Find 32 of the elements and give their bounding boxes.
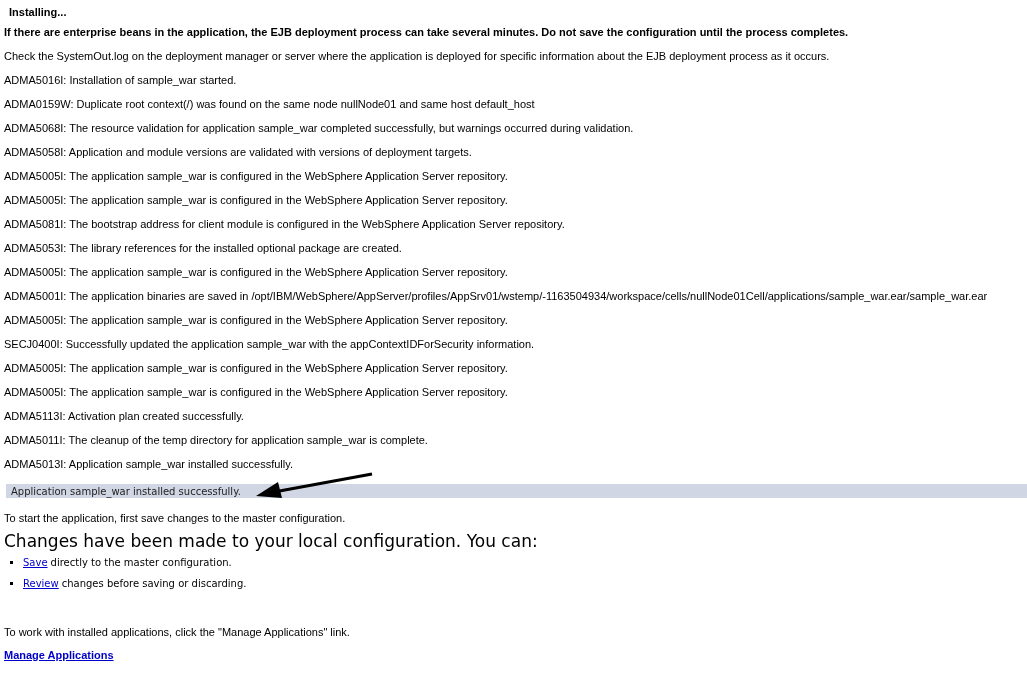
option-text: directly to the master configuration. xyxy=(50,556,232,570)
option-link[interactable]: Review xyxy=(23,576,59,591)
log-message: ADMA5013I: Application sample_war installed successfully. xyxy=(4,456,293,472)
info-text: Check the SystemOut.log on the deployment manager or server where the application is deployed for specific information about the EJB deployment process as it occurs. xyxy=(4,48,830,64)
info-text: To work with installed applications, click the "Manage Applications" link. xyxy=(4,624,350,640)
log-message: ADMA5005I: The application sample_war is configured in the WebSphere Application Server repository. xyxy=(4,192,508,208)
bullet-icon xyxy=(10,582,13,585)
option-link[interactable]: Save xyxy=(23,555,48,570)
log-message: ADMA5016I: Installation of sample_war started. xyxy=(4,72,237,88)
option-text: changes before saving or discarding. xyxy=(61,577,247,591)
page-title: Installing... xyxy=(9,4,67,20)
log-message: ADMA5053I: The library references for the installed optional package are created. xyxy=(4,240,402,256)
log-message: ADMA5005I: The application sample_war is configured in the WebSphere Application Server repository. xyxy=(4,360,508,376)
arrow-icon xyxy=(254,472,374,500)
section-heading: Changes have been made to your local configuration. You can: xyxy=(4,530,538,554)
success-banner: Application sample_war installed successfully. xyxy=(6,484,1027,498)
log-message: ADMA5011I: The cleanup of the temp directory for application sample_war is complete. xyxy=(4,432,428,448)
log-message: ADMA5068I: The resource validation for application sample_war completed successfully, but warnings occurred during validation. xyxy=(4,120,634,136)
warning-text: If there are enterprise beans in the application, the EJB deployment process can take several minutes. Do not save the configuration until the process completes. xyxy=(4,24,849,40)
log-message: ADMA5005I: The application sample_war is configured in the WebSphere Application Server repository. xyxy=(4,312,508,328)
info-text: To start the application, first save changes to the master configuration. xyxy=(4,510,346,526)
log-message: ADMA5113I: Activation plan created successfully. xyxy=(4,408,244,424)
log-message: ADMA5081I: The bootstrap address for client module is configured in the WebSphere Application Server repository. xyxy=(4,216,565,232)
log-message: ADMA5001I: The application binaries are saved in /opt/IBM/WebSphere/AppServer/profiles/AppSrv01/wstemp/-1163504934/workspace/cells/nullNode01Cell/applications/sample_war.ear/sample_war.ear xyxy=(4,288,988,304)
bullet-icon xyxy=(10,561,13,564)
log-message: ADMA5005I: The application sample_war is configured in the WebSphere Application Server repository. xyxy=(4,168,508,184)
log-message: ADMA5005I: The application sample_war is configured in the WebSphere Application Server repository. xyxy=(4,384,508,400)
manage-applications-link[interactable]: Manage Applications xyxy=(4,646,114,664)
log-message: ADMA5005I: The application sample_war is configured in the WebSphere Application Server repository. xyxy=(4,264,508,280)
log-message: ADMA5058I: Application and module versions are validated with versions of deployment targets. xyxy=(4,144,472,160)
log-message: SECJ0400I: Successfully updated the application sample_war with the appContextIDForSecurity information. xyxy=(4,336,535,352)
log-message: ADMA0159W: Duplicate root context(/) was found on the same node nullNode01 and same host default_host xyxy=(4,96,535,112)
